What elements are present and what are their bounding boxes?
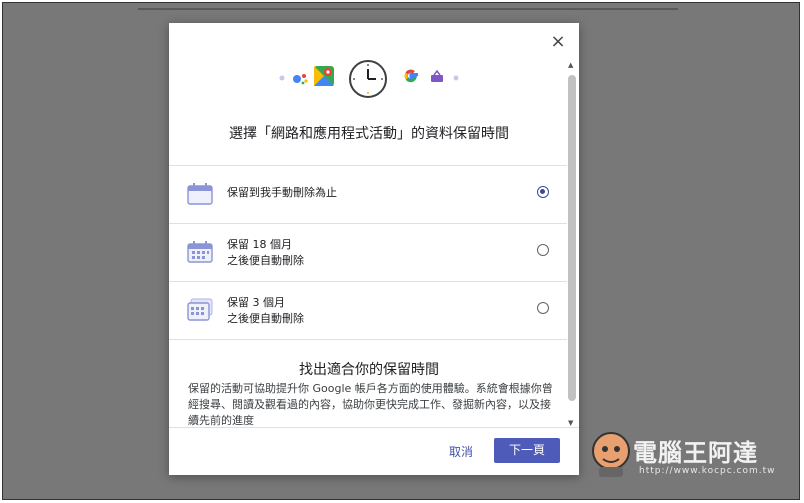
close-icon[interactable]: × [547, 31, 569, 53]
info-title: 找出適合你的保留時間 [299, 362, 439, 378]
cancel-button[interactable]: 取消 [449, 443, 473, 460]
shopping-basket-icon [431, 70, 443, 82]
next-button[interactable]: 下一頁 [494, 438, 560, 463]
sparkle-icon [453, 75, 459, 81]
option-label: 保留 18 個月 [227, 238, 292, 251]
dialog-footer: 取消 下一頁 [169, 427, 579, 475]
calendar-grid-icon [187, 241, 213, 263]
option-label: 保留 3 個月 [227, 296, 285, 309]
google-assistant-icon [293, 74, 308, 85]
mascot-logo [592, 432, 630, 477]
radio-unselected[interactable] [537, 244, 549, 256]
info-body: 保留的活動可協助提升你 Google 帳戶各方面的使用體驗。系統會根據你曾經搜尋… [188, 382, 553, 427]
radio-unselected[interactable] [537, 302, 549, 314]
google-maps-icon [314, 66, 334, 86]
watermark-text: 電腦王阿達 [633, 439, 758, 467]
calendar-stack-icon [187, 298, 213, 321]
scroll-down-arrow-icon[interactable]: ▼ [568, 419, 573, 427]
scroll-thumb[interactable] [568, 75, 576, 401]
header-illustration [169, 60, 569, 100]
option-keep-3-months[interactable]: 保留 3 個月 之後便自動刪除 [169, 281, 567, 339]
option-sublabel: 之後便自動刪除 [227, 254, 304, 267]
divider [169, 339, 567, 340]
option-keep-until-delete[interactable]: 保留到我手動刪除為止 [169, 165, 567, 223]
clock-icon [349, 60, 387, 98]
calendar-blank-icon [187, 183, 213, 205]
radio-selected[interactable] [537, 186, 549, 198]
page-backdrop: × ▲ ▼ 選擇「網路和應用程式活動」的資料保留時間 保留到我手動刪除為止 保留… [2, 2, 800, 500]
option-sublabel: 之後便自動刪除 [227, 312, 304, 325]
option-keep-18-months[interactable]: 保留 18 個月 之後便自動刪除 [169, 223, 567, 281]
background-window-edge [138, 8, 678, 10]
option-label-group: 保留到我手動刪除為止 [227, 179, 337, 201]
google-logo-icon [404, 69, 418, 83]
option-label-group: 保留 3 個月 之後便自動刪除 [227, 295, 304, 327]
watermark: 電腦王阿達 http://www.kocpc.com.tw [585, 429, 795, 489]
dialog-title: 選擇「網路和應用程式活動」的資料保留時間 [229, 126, 509, 142]
option-label: 保留到我手動刪除為止 [227, 186, 337, 199]
option-label-group: 保留 18 個月 之後便自動刪除 [227, 237, 304, 269]
sparkle-icon [279, 75, 285, 81]
watermark-url: http://www.kocpc.com.tw [639, 466, 776, 476]
retention-dialog: × ▲ ▼ 選擇「網路和應用程式活動」的資料保留時間 保留到我手動刪除為止 保留… [169, 23, 579, 475]
